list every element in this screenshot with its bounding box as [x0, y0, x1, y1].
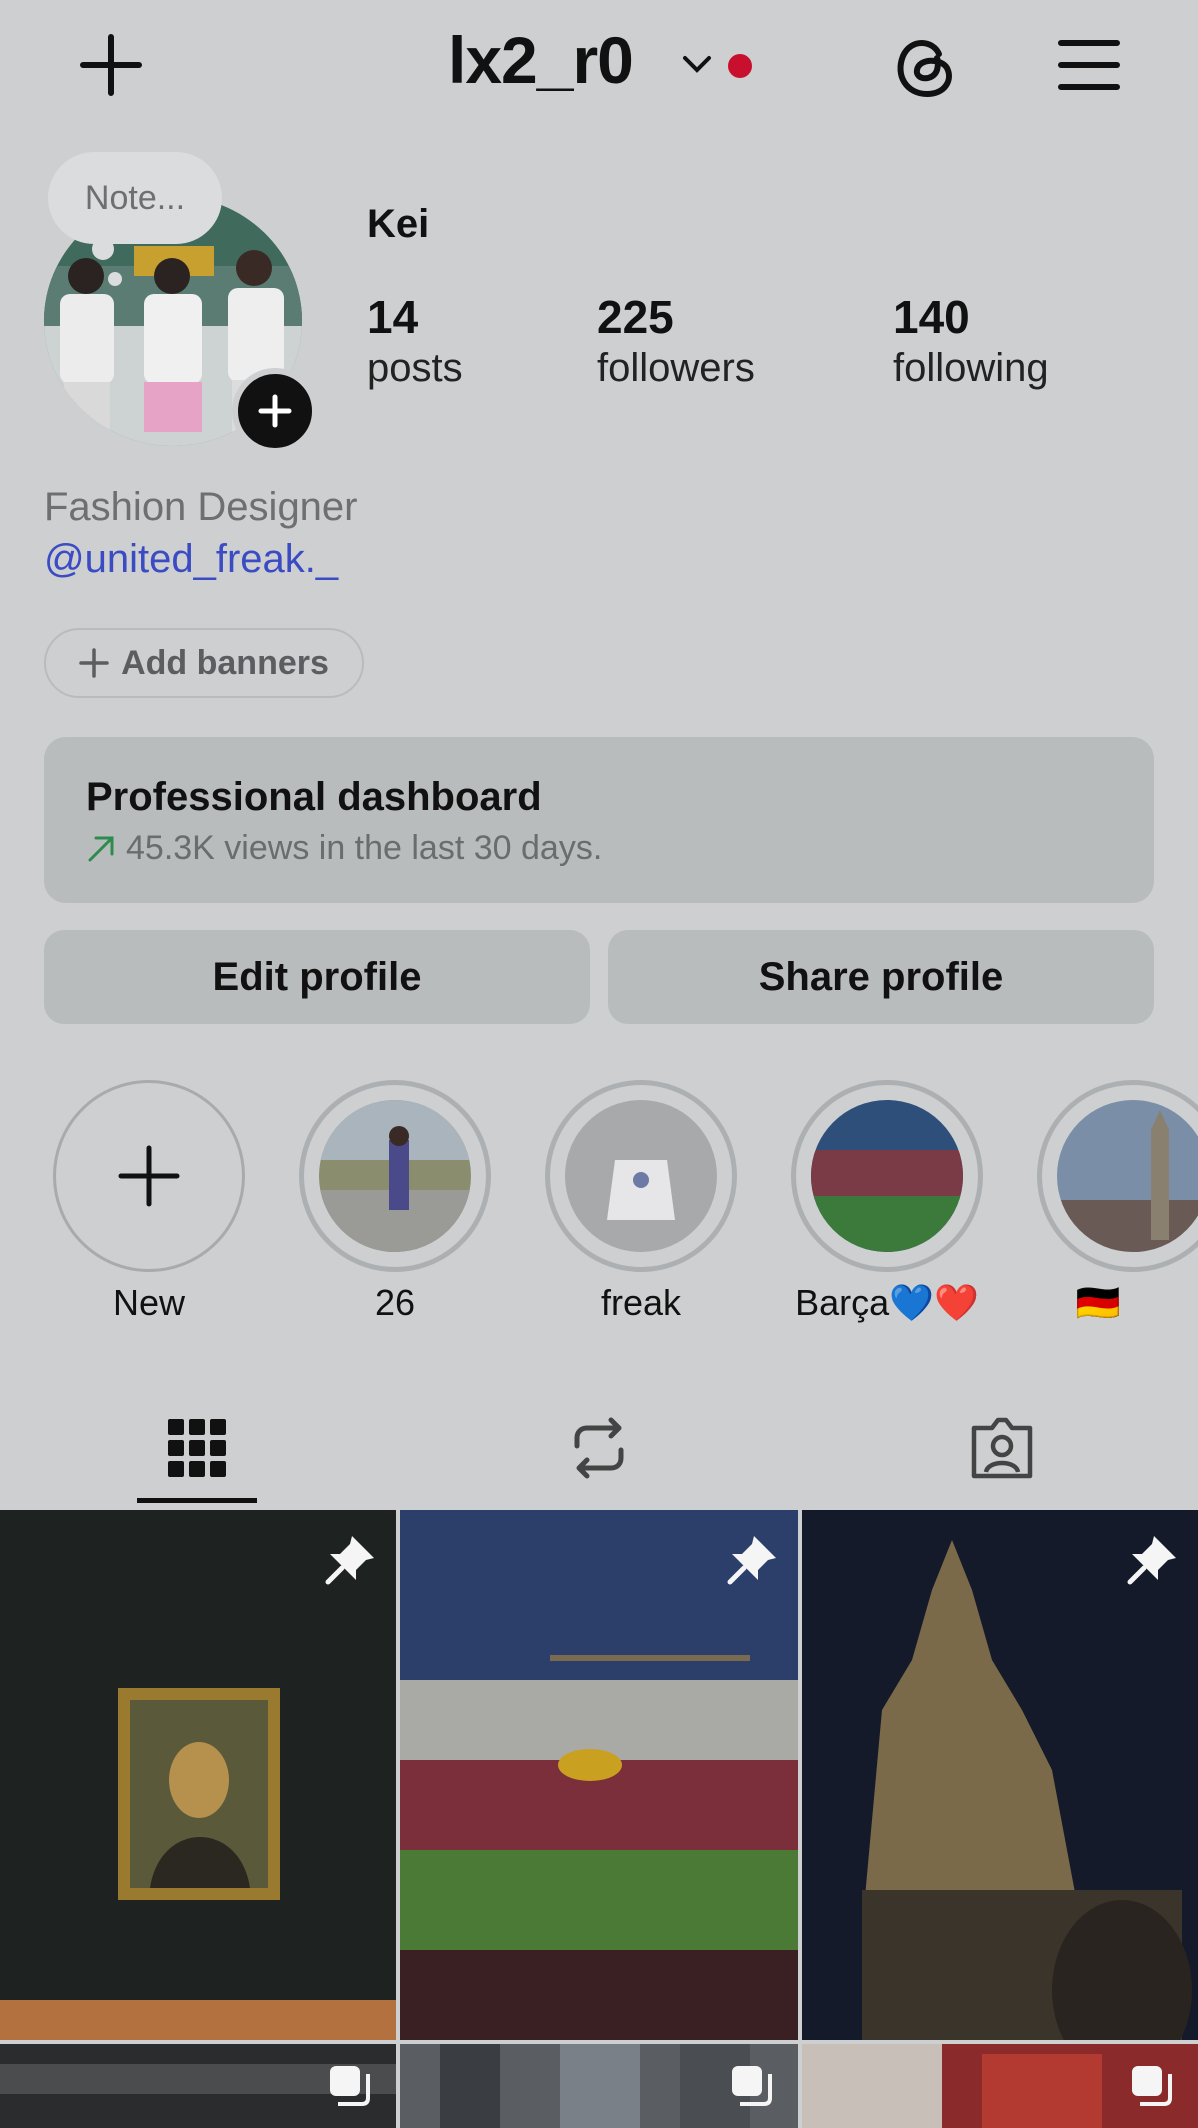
pin-icon	[1127, 1536, 1176, 1585]
trend-up-icon	[88, 836, 114, 861]
post-thumbnail[interactable]	[400, 2044, 798, 2128]
add-story-button[interactable]	[232, 368, 318, 454]
multi-post-icon	[1132, 2066, 1172, 2106]
plus-icon	[258, 394, 292, 428]
posts-label: posts	[367, 346, 463, 390]
post-thumbnail[interactable]	[0, 2044, 396, 2128]
followers-count[interactable]: 225	[597, 290, 674, 344]
add-banners-label: Add banners	[121, 643, 329, 682]
profile-link[interactable]: @united_freak._	[44, 537, 338, 582]
followers-label[interactable]: followers	[597, 346, 755, 391]
highlight-label: New	[112, 1282, 186, 1323]
post-thumbnail[interactable]	[802, 2044, 1198, 2128]
highlight-barca[interactable]	[791, 1080, 983, 1272]
plus-icon	[79, 648, 109, 678]
note-tail	[108, 272, 122, 286]
professional-dashboard[interactable]: Professional dashboard 45.3K views in th…	[44, 737, 1154, 903]
post-thumbnail[interactable]	[802, 1510, 1198, 2040]
note-bubble[interactable]: Note...	[48, 152, 222, 244]
following-label[interactable]: following	[893, 346, 1049, 391]
chevron-down-icon[interactable]	[682, 54, 712, 76]
highlight-label: Barça💙❤️	[795, 1282, 979, 1323]
posts-count: 14	[367, 291, 419, 343]
multi-post-icon	[330, 2066, 370, 2106]
highlight-freak[interactable]	[545, 1080, 737, 1272]
profile-name: Kei	[367, 202, 430, 246]
tab-reposts[interactable]	[539, 1398, 659, 1498]
tab-tagged[interactable]	[942, 1398, 1062, 1498]
pin-icon	[727, 1536, 776, 1585]
highlight-label: 🇩🇪	[1075, 1282, 1121, 1323]
plus-icon	[118, 1145, 180, 1207]
tab-posts-grid[interactable]	[137, 1398, 257, 1498]
pin-icon	[325, 1536, 374, 1585]
share-profile-button[interactable]: Share profile	[608, 930, 1154, 1024]
dashboard-subtitle: 45.3K views in the last 30 days.	[126, 829, 603, 867]
notification-dot	[728, 54, 752, 78]
dashboard-title: Professional dashboard	[86, 775, 542, 819]
bio-text: Fashion Designer	[44, 485, 358, 529]
create-post-button[interactable]	[76, 30, 146, 100]
note-tail	[92, 238, 114, 260]
following-count[interactable]: 140	[893, 290, 970, 344]
menu-button[interactable]	[1054, 30, 1124, 100]
threads-button[interactable]	[890, 30, 960, 100]
post-thumbnail[interactable]	[0, 1510, 396, 2040]
plus-icon	[80, 34, 142, 96]
multi-post-icon	[732, 2066, 772, 2106]
highlight-label: 26	[374, 1282, 416, 1323]
menu-icon	[1058, 40, 1120, 90]
edit-profile-button[interactable]: Edit profile	[44, 930, 590, 1024]
reposts-icon	[574, 1417, 624, 1479]
highlight-26[interactable]	[299, 1080, 491, 1272]
add-banners-button[interactable]: Add banners	[44, 628, 364, 698]
active-tab-indicator	[137, 1498, 257, 1503]
account-switcher[interactable]: lx2_r0	[448, 22, 634, 98]
grid-icon	[168, 1419, 226, 1477]
highlight-germany[interactable]	[1037, 1080, 1198, 1272]
threads-icon	[897, 40, 952, 98]
highlight-label: freak	[600, 1282, 682, 1323]
tagged-icon	[971, 1417, 1033, 1479]
post-thumbnail[interactable]	[400, 1510, 798, 2040]
new-highlight-button[interactable]	[53, 1080, 245, 1272]
